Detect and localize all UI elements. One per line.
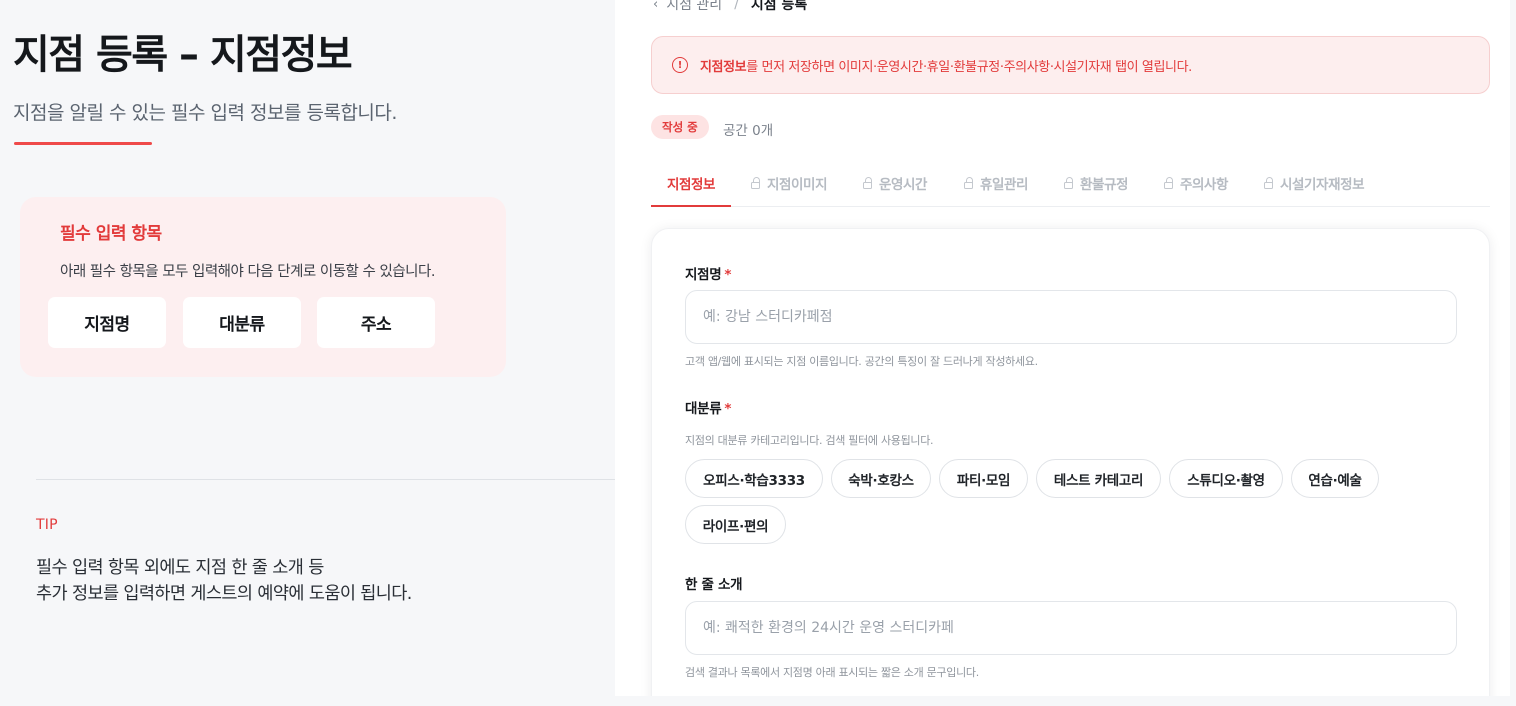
tip-line-2: 추가 정보를 입력하면 게스트의 예약에 도움이 됩니다.	[36, 584, 412, 604]
name-label-text: 지점명	[685, 267, 722, 283]
breadcrumb: ‹ 지점 관리 / 지점 등록	[653, 0, 807, 14]
intro-field-label: 한 줄 소개	[685, 577, 743, 593]
alert-strong: 지점정보	[700, 59, 747, 75]
alert-circle-icon: !	[672, 57, 688, 73]
category-help-text: 지점의 대분류 카테고리입니다. 검색 필터에 사용됩니다.	[685, 434, 934, 447]
required-mark: *	[724, 267, 732, 283]
category-chip[interactable]: 연습·예술	[1291, 459, 1379, 498]
alert-message: 지점정보를 먼저 저장하면 이미지·운영시간·휴일·환불규정·주의사항·시설기자…	[700, 56, 1192, 75]
status-badge: 작성 중	[651, 115, 709, 139]
required-fields-description: 아래 필수 항목을 모두 입력해야 다음 단계로 이동할 수 있습니다.	[60, 264, 435, 280]
breadcrumb-parent-link[interactable]: 지점 관리	[666, 0, 722, 14]
tab-bar: 지점정보 지점이미지 운영시간 휴일관리 환불규정 주의사항 시설기자재정보	[651, 160, 1490, 207]
tab-label: 시설기자재정보	[1280, 177, 1365, 193]
tab-label: 휴일관리	[980, 177, 1029, 193]
branch-info-form: 지점명* 고객 앱/웹에 표시되는 지점 이름입니다. 공간의 특징이 잘 드러…	[651, 228, 1490, 696]
lock-icon	[1164, 176, 1173, 189]
tab-label: 지점정보	[667, 176, 716, 193]
category-label-text: 대분류	[685, 401, 722, 417]
category-chip[interactable]: 파티·모임	[939, 459, 1028, 498]
tab-label: 운영시간	[879, 177, 928, 193]
name-help-text: 고객 앱/웹에 표시되는 지점 이름입니다. 공간의 특징이 잘 드러나게 작성…	[685, 355, 1038, 368]
category-chip[interactable]: 라이프·편의	[685, 505, 786, 544]
tip-line-1: 필수 입력 항목 외에도 지점 한 줄 소개 등	[36, 558, 324, 578]
space-count: 공간 0개	[723, 123, 774, 139]
lock-icon	[863, 176, 872, 189]
required-item-name: 지점명	[48, 297, 166, 348]
lock-icon	[964, 176, 973, 189]
tab-operating-hours[interactable]: 운영시간	[863, 160, 927, 206]
intro-input[interactable]	[685, 601, 1457, 655]
lock-icon	[751, 176, 760, 189]
category-chip[interactable]: 오피스·학습3333	[685, 459, 823, 498]
intro-help-text: 검색 결과나 목록에서 지점명 아래 표시되는 짧은 소개 문구입니다.	[685, 666, 979, 679]
required-mark: *	[724, 401, 732, 417]
tip-text: 필수 입력 항목 외에도 지점 한 줄 소개 등 추가 정보를 입력하면 게스트…	[36, 555, 412, 607]
lock-icon	[1264, 176, 1273, 189]
tip-label: TIP	[36, 517, 58, 533]
tab-holidays[interactable]: 휴일관리	[964, 160, 1028, 206]
required-fields-title: 필수 입력 항목	[60, 224, 162, 244]
chevron-left-icon[interactable]: ‹	[653, 0, 658, 12]
breadcrumb-separator: /	[734, 0, 739, 12]
alert-body: 를 먼저 저장하면 이미지·운영시간·휴일·환불규정·주의사항·시설기자재 탭이…	[746, 59, 1192, 75]
intro-panel: 지점 등록 – 지점정보 지점을 알릴 수 있는 필수 입력 정보를 등록합니다…	[0, 0, 615, 706]
category-chip[interactable]: 테스트 카테고리	[1036, 459, 1161, 498]
lock-icon	[1064, 176, 1073, 189]
category-field-label: 대분류 *	[685, 397, 731, 417]
category-chip[interactable]: 숙박·호캉스	[831, 459, 931, 498]
page-subtitle: 지점을 알릴 수 있는 필수 입력 정보를 등록합니다.	[13, 102, 397, 124]
category-chip[interactable]: 스튜디오·촬영	[1169, 459, 1283, 498]
tip-divider	[36, 479, 615, 480]
title-accent-bar	[14, 142, 152, 145]
required-item-category: 대분류	[183, 297, 301, 348]
name-field-label: 지점명 *	[685, 263, 731, 283]
form-panel: ‹ 지점 관리 / 지점 등록 ! 지점정보를 먼저 저장하면 이미지·운영시간…	[615, 0, 1510, 696]
tab-branch-images[interactable]: 지점이미지	[751, 160, 828, 206]
tab-precautions[interactable]: 주의사항	[1164, 160, 1228, 206]
tab-facilities[interactable]: 시설기자재정보	[1264, 160, 1365, 206]
info-alert: ! 지점정보를 먼저 저장하면 이미지·운영시간·휴일·환불규정·주의사항·시설…	[651, 36, 1490, 94]
tab-label: 주의사항	[1180, 177, 1229, 193]
required-item-address: 주소	[317, 297, 435, 348]
tab-branch-info[interactable]: 지점정보	[651, 160, 732, 207]
breadcrumb-current: 지점 등록	[750, 0, 808, 13]
required-fields-card: 필수 입력 항목 아래 필수 항목을 모두 입력해야 다음 단계로 이동할 수 …	[20, 197, 506, 377]
tab-label: 지점이미지	[767, 177, 828, 193]
branch-name-input[interactable]	[685, 290, 1457, 344]
tab-label: 환불규정	[1080, 177, 1129, 193]
page-title: 지점 등록 – 지점정보	[13, 32, 353, 78]
tab-refund-policy[interactable]: 환불규정	[1064, 160, 1128, 206]
